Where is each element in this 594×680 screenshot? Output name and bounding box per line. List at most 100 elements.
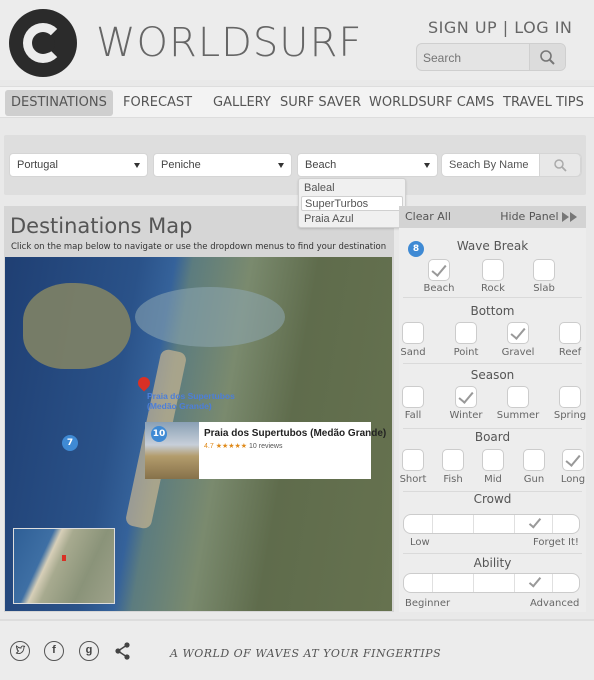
nav-travel-tips[interactable]: TRAVEL TIPS: [503, 90, 584, 116]
checkbox-short[interactable]: [402, 449, 424, 471]
checkbox-sand[interactable]: [402, 322, 424, 344]
label-point: Point: [453, 347, 479, 358]
logo-wave-core: [37, 35, 55, 53]
ability-high-label: Advanced: [530, 598, 580, 609]
spot-name: Praia dos Supertubos (Medão Grande): [204, 428, 387, 439]
board-title: Board: [474, 430, 511, 444]
label-fall: Fall: [404, 410, 422, 421]
header: WORLDSURF SIGN UP | LOG IN: [0, 0, 594, 80]
chevron-down-icon: [278, 163, 284, 168]
overview-minimap[interactable]: [13, 528, 115, 604]
search-by-name-field[interactable]: Seach By Name: [441, 153, 582, 177]
facebook-icon[interactable]: f: [44, 641, 64, 661]
map-pin-label[interactable]: Praia dos Supertubos (Medão Grande): [147, 391, 235, 411]
crowd-slider[interactable]: [403, 514, 580, 534]
auth-links: SIGN UP | LOG IN: [428, 18, 572, 37]
country-select[interactable]: Portugal: [9, 153, 148, 177]
nav-gallery[interactable]: GALLERY: [213, 90, 271, 116]
dropdown-option-praia-azul[interactable]: Praia Azul: [301, 212, 403, 227]
worldsurf-logo[interactable]: [9, 9, 77, 77]
label-sand: Sand: [400, 347, 426, 358]
slider-segment: [432, 515, 433, 533]
checkbox-rock[interactable]: [482, 259, 504, 281]
ability-title: Ability: [473, 556, 512, 570]
label-reef: Reef: [558, 347, 582, 358]
chevron-down-icon: [134, 163, 140, 168]
label-slab: Slab: [533, 283, 555, 294]
twitter-icon[interactable]: [10, 641, 30, 661]
ability-slider-handle[interactable]: [528, 574, 542, 588]
checkbox-spring[interactable]: [559, 386, 581, 408]
slider-segment: [473, 515, 474, 533]
checkbox-point[interactable]: [455, 322, 477, 344]
map-pin-icon[interactable]: [135, 374, 153, 392]
sign-up-link[interactable]: SIGN UP: [428, 18, 497, 37]
map-instructions: Click on the map below to navigate or us…: [11, 242, 387, 252]
map-pin-label-line2: (Medão Grande): [147, 401, 212, 411]
main-nav: DESTINATIONS FORECAST GALLERY SURF SAVER…: [0, 86, 594, 118]
checkbox-long[interactable]: [562, 449, 584, 471]
satellite-map[interactable]: Praia dos Supertubos (Medão Grande) 7 10…: [5, 257, 392, 611]
checkbox-beach[interactable]: [428, 259, 450, 281]
log-in-link[interactable]: LOG IN: [514, 18, 572, 37]
footer: f g A WORLD OF WAVES AT YOUR FINGERTIPS: [0, 619, 594, 680]
checkbox-fish[interactable]: [442, 449, 464, 471]
crowd-low-label: Low: [410, 537, 430, 548]
checkbox-reef[interactable]: [559, 322, 581, 344]
checkbox-gravel[interactable]: [507, 322, 529, 344]
spot-review-count: 10 reviews: [249, 443, 283, 450]
footer-tagline: A WORLD OF WAVES AT YOUR FINGERTIPS: [170, 647, 442, 660]
header-search: [416, 43, 566, 71]
header-search-input[interactable]: [423, 49, 533, 67]
checkbox-gun[interactable]: [523, 449, 545, 471]
map-title: Destinations Map: [10, 214, 193, 238]
search-by-name-button[interactable]: [539, 153, 581, 177]
checkbox-summer[interactable]: [507, 386, 529, 408]
search-icon: [554, 159, 567, 172]
nav-forecast[interactable]: FORECAST: [123, 90, 192, 116]
slider-segment: [514, 574, 515, 592]
nav-surf-saver[interactable]: SURF SAVER: [280, 90, 361, 116]
slider-segment: [514, 515, 515, 533]
ability-slider[interactable]: [403, 573, 580, 593]
chevron-down-icon: [424, 163, 430, 168]
spot-rating-value: 4.7: [204, 443, 214, 450]
nav-destinations[interactable]: DESTINATIONS: [5, 90, 113, 116]
annotation-badge-7: 7: [62, 435, 78, 451]
destinations-map-panel: Destinations Map Click on the map below …: [4, 206, 394, 612]
share-icon[interactable]: [113, 641, 133, 661]
crowd-high-label: Forget It!: [533, 537, 579, 548]
checkbox-winter[interactable]: [455, 386, 477, 408]
checkbox-slab[interactable]: [533, 259, 555, 281]
slider-segment: [432, 574, 433, 592]
checkbox-fall[interactable]: [402, 386, 424, 408]
spot-rating: 4.7 ★★★★★ 10 reviews: [204, 442, 283, 450]
type-select[interactable]: Beach: [297, 153, 438, 177]
region-select-value: Peniche: [161, 159, 201, 171]
hide-panel-button[interactable]: Hide Panel: [500, 206, 578, 228]
checkbox-mid[interactable]: [482, 449, 504, 471]
label-gravel: Gravel: [501, 347, 535, 358]
header-search-button[interactable]: [529, 44, 565, 70]
region-select[interactable]: Peniche: [153, 153, 292, 177]
divider: [403, 553, 582, 554]
divider: [403, 363, 582, 364]
map-pin-label-line1: Praia dos Supertubos: [147, 391, 235, 401]
label-long: Long: [560, 474, 586, 485]
dropdown-option-baleal[interactable]: Baleal: [301, 181, 403, 196]
map-bay: [135, 287, 285, 347]
filter-panel-header: Clear All Hide Panel: [399, 206, 586, 228]
dropdown-option-superturbos[interactable]: SuperTurbos: [301, 196, 403, 211]
annotation-badge-10: 10: [151, 426, 167, 442]
label-summer: Summer: [496, 410, 540, 421]
spot-info-card[interactable]: 10 Praia dos Supertubos (Medão Grande) 4…: [145, 422, 386, 479]
clear-all-button[interactable]: Clear All: [405, 206, 451, 228]
slider-segment: [552, 515, 553, 533]
crowd-slider-handle[interactable]: [528, 515, 542, 529]
type-select-value: Beach: [305, 159, 337, 171]
nav-worldsurf-cams[interactable]: WORLDSURF CAMS: [369, 90, 494, 116]
bottom-title: Bottom: [470, 304, 515, 318]
map-peninsula: [23, 283, 131, 369]
google-plus-icon[interactable]: g: [79, 641, 99, 661]
label-rock: Rock: [481, 283, 505, 294]
